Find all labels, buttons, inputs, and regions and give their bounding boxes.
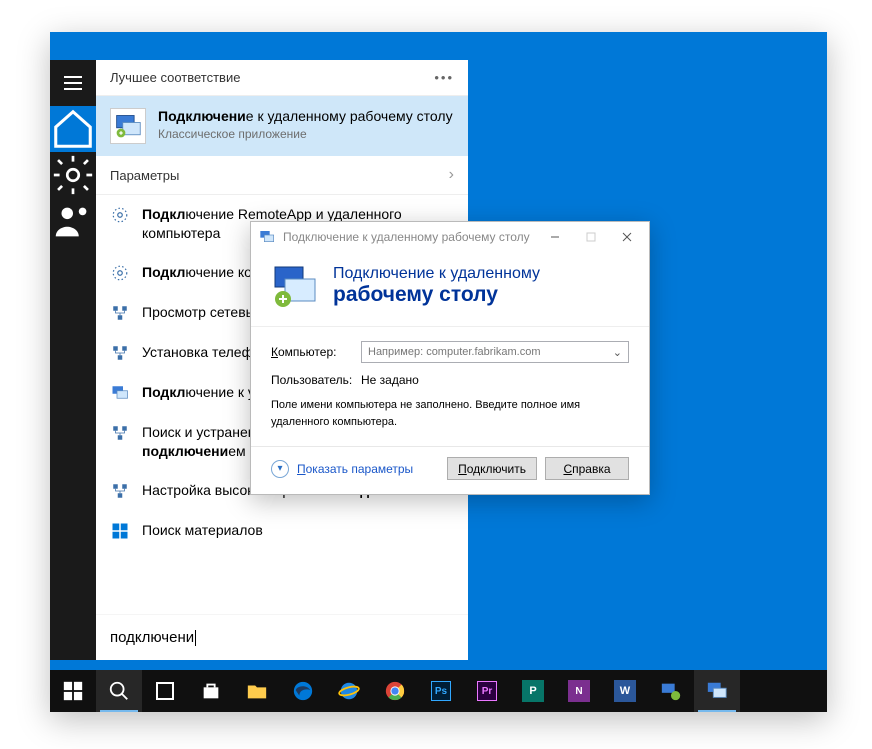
titlebar-text: Подключение к удаленному рабочему столу bbox=[283, 230, 537, 244]
computer-placeholder: Например: computer.fabrikam.com bbox=[368, 346, 541, 358]
people-button[interactable] bbox=[50, 198, 96, 244]
banner-line1: Подключение к удаленному bbox=[333, 265, 540, 283]
search-taskbar-button[interactable] bbox=[96, 670, 142, 712]
dialog-banner: Подключение к удаленному рабочему столу bbox=[251, 252, 649, 327]
start-rail bbox=[50, 60, 96, 660]
close-button[interactable] bbox=[609, 223, 645, 251]
more-icon[interactable]: ••• bbox=[434, 70, 454, 85]
store-result-item[interactable]: Поиск материалов bbox=[96, 511, 468, 551]
search-value: подключени bbox=[110, 629, 194, 646]
parameters-label: Параметры bbox=[110, 168, 179, 183]
rdc-icon bbox=[110, 108, 146, 144]
edge-icon[interactable] bbox=[280, 670, 326, 712]
result-text: Поиск материалов bbox=[142, 521, 263, 540]
banner-line2: рабочему столу bbox=[333, 283, 540, 307]
rdc-large-icon bbox=[271, 262, 319, 310]
onenote-icon[interactable]: N bbox=[556, 670, 602, 712]
settings-button[interactable] bbox=[50, 152, 96, 198]
dialog-hint: Поле имени компьютера не заполнено. Введ… bbox=[271, 397, 629, 430]
chevron-down-icon[interactable]: ⌄ bbox=[613, 346, 622, 359]
hamburger-button[interactable] bbox=[50, 60, 96, 106]
dialog-footer: ▾ Показать параметры Подключить Справка bbox=[251, 446, 649, 494]
best-match-title: Подключение к удаленному рабочему столу bbox=[158, 108, 453, 124]
titlebar[interactable]: Подключение к удаленному рабочему столу bbox=[251, 222, 649, 252]
user-label: Пользователь: bbox=[271, 373, 351, 387]
best-match-sub: Классическое приложение bbox=[158, 127, 453, 141]
store-icon bbox=[110, 521, 130, 541]
chevron-right-icon: › bbox=[449, 166, 454, 184]
home-button[interactable] bbox=[50, 106, 96, 152]
settings-icon bbox=[110, 263, 130, 283]
best-match-header: Лучшее соответствие ••• bbox=[96, 60, 468, 96]
ie-icon[interactable] bbox=[326, 670, 372, 712]
minimize-button[interactable] bbox=[537, 223, 573, 251]
taskbar: Ps Pr P N W bbox=[50, 670, 827, 712]
network-icon bbox=[110, 343, 130, 363]
computer-label: Компьютер: bbox=[271, 345, 351, 359]
maximize-button[interactable] bbox=[573, 223, 609, 251]
show-parameters-link[interactable]: Показать параметры bbox=[297, 462, 413, 476]
network-icon bbox=[110, 303, 130, 323]
best-match-label: Лучшее соответствие bbox=[110, 70, 240, 85]
network-icon bbox=[110, 481, 130, 501]
rdc-small-icon bbox=[110, 383, 130, 403]
rdc-titlebar-icon bbox=[259, 229, 275, 245]
network-icon bbox=[110, 423, 130, 443]
premiere-icon[interactable]: Pr bbox=[464, 670, 510, 712]
connect-button[interactable]: Подключить bbox=[447, 457, 537, 480]
user-value: Не задано bbox=[361, 373, 419, 387]
best-match-item[interactable]: Подключение к удаленному рабочему столу … bbox=[96, 96, 468, 156]
settings-icon bbox=[110, 205, 130, 225]
expand-button[interactable]: ▾ bbox=[271, 460, 289, 478]
parameters-header[interactable]: Параметры › bbox=[96, 156, 468, 195]
search-input[interactable]: подключени bbox=[96, 614, 468, 660]
computer-combo[interactable]: Например: computer.fabrikam.com ⌄ bbox=[361, 341, 629, 363]
rdc-taskbar-icon[interactable] bbox=[694, 670, 740, 712]
dialog-body: Компьютер: Например: computer.fabrikam.c… bbox=[251, 327, 649, 446]
start-button[interactable] bbox=[50, 670, 96, 712]
chrome-icon[interactable] bbox=[372, 670, 418, 712]
publisher-icon[interactable]: P bbox=[510, 670, 556, 712]
remoteapp-icon[interactable] bbox=[648, 670, 694, 712]
word-icon[interactable]: W bbox=[602, 670, 648, 712]
caret-icon bbox=[195, 630, 196, 646]
explorer-icon[interactable] bbox=[234, 670, 280, 712]
store-taskbar-icon[interactable] bbox=[188, 670, 234, 712]
photoshop-icon[interactable]: Ps bbox=[418, 670, 464, 712]
rdc-dialog: Подключение к удаленному рабочему столу … bbox=[250, 221, 650, 495]
taskview-button[interactable] bbox=[142, 670, 188, 712]
help-button[interactable]: Справка bbox=[545, 457, 629, 480]
